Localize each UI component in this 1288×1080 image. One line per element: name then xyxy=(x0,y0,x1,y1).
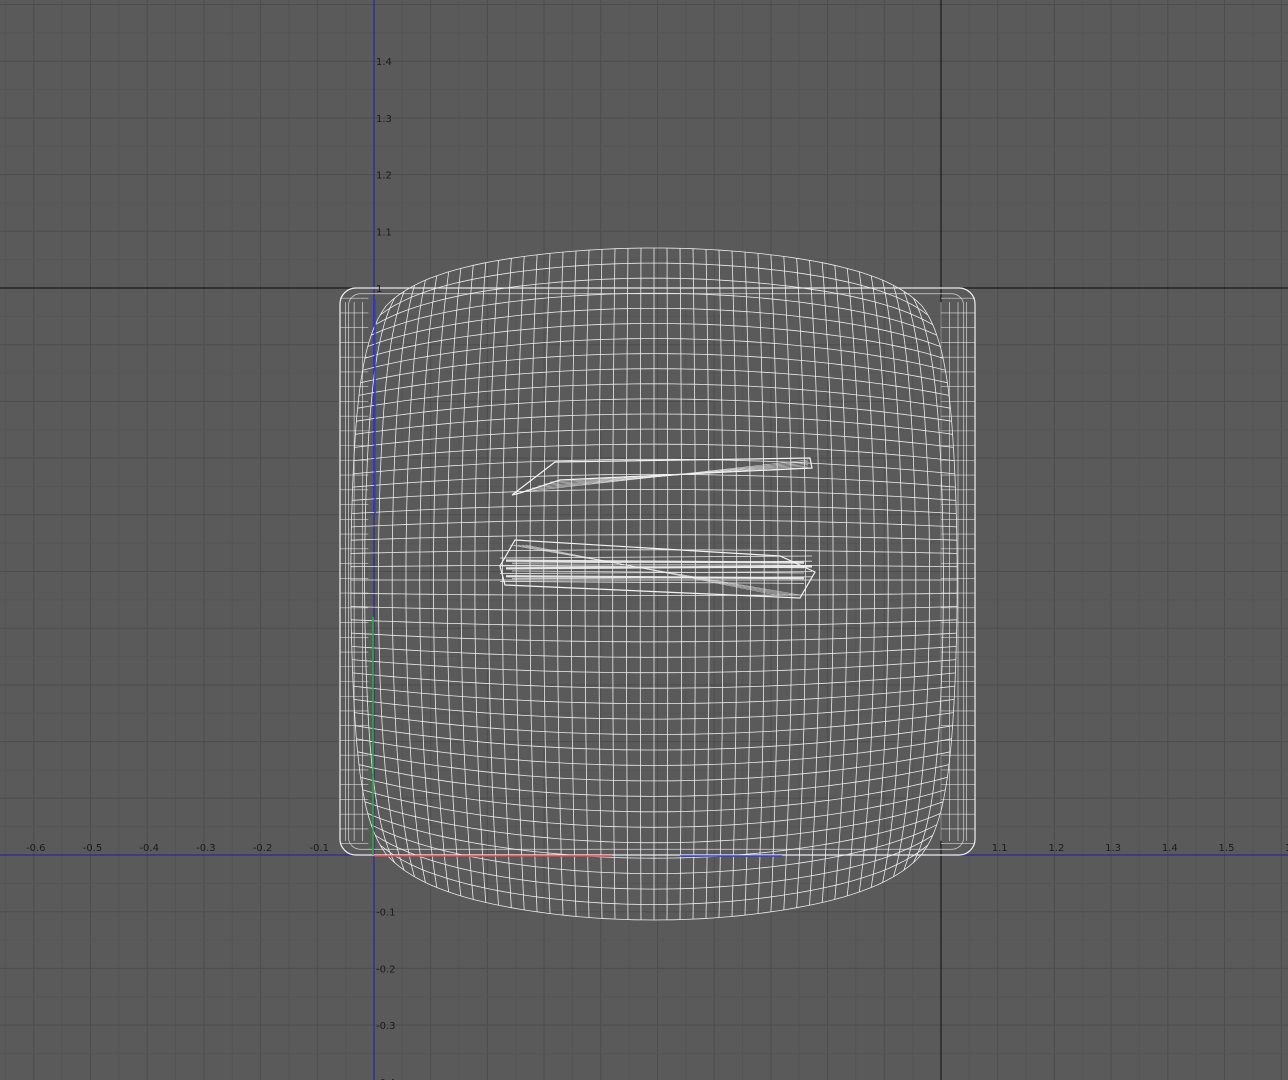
uv-canvas[interactable]: -0.6 -0.5 -0.4 -0.3 -0.2 -0.1 1.1 1.2 1.3 1.4 1.5 1… xyxy=(0,0,1288,1080)
v-tick-label: 1.4 xyxy=(376,57,392,68)
mesh-edge-vertical xyxy=(626,248,629,920)
mesh-edge-vertical xyxy=(744,252,751,916)
u-tick-label: 1.1 xyxy=(992,843,1008,854)
mesh-edge-vertical xyxy=(543,253,551,914)
mesh-edge-vertical xyxy=(488,260,499,906)
mesh-edge-vertical xyxy=(502,258,512,908)
uv-editor-viewport[interactable]: -0.6 -0.5 -0.4 -0.3 -0.2 -0.1 1.1 1.2 1.3 1.4 1.5 1… xyxy=(0,0,1288,1080)
unit-bounds xyxy=(0,0,1288,1080)
mesh-edge-vertical xyxy=(846,268,862,896)
u-tick-label: 1.4 xyxy=(1162,843,1178,854)
mesh-edge-vertical xyxy=(557,252,564,916)
mesh-edge-vertical xyxy=(515,256,525,910)
mesh-edge-vertical xyxy=(705,249,710,919)
grid xyxy=(0,0,1288,1080)
mesh-edge-vertical xyxy=(584,250,590,918)
u-tick-label: 1.5 xyxy=(1219,843,1235,854)
mesh-edge-vertical xyxy=(612,248,616,920)
mesh-edge-vertical xyxy=(692,248,696,920)
v-tick-label: 1 xyxy=(376,284,382,295)
mesh-edge-vertical xyxy=(529,254,538,912)
v-tick-label: -0.1 xyxy=(376,908,396,919)
mesh-edge-vertical xyxy=(858,271,875,892)
u-tick-label: -0.2 xyxy=(253,843,273,854)
mesh-edge-vertical xyxy=(433,271,450,892)
mesh-edge-vertical xyxy=(639,248,642,920)
u-tick-label: 1.3 xyxy=(1105,843,1121,854)
mesh-edge-vertical xyxy=(666,248,669,920)
v-tick-label: 1.2 xyxy=(376,171,392,182)
u-tick-label: -0.6 xyxy=(26,843,46,854)
lower-shell-edges xyxy=(499,544,813,596)
v-tick-label: 1.3 xyxy=(376,114,392,125)
origin-axes xyxy=(0,0,1288,1080)
v-tick-label: 1.1 xyxy=(376,227,392,238)
lower-shell-edge xyxy=(505,565,813,570)
v-tick-label: -0.3 xyxy=(376,1021,396,1032)
u-tick-label: -0.1 xyxy=(310,843,330,854)
lower-shell-edge xyxy=(499,581,805,584)
mesh-edge-vertical xyxy=(679,248,682,920)
v-tick-label: -0.2 xyxy=(376,964,396,975)
mesh-edge-vertical xyxy=(870,275,889,888)
main-mesh-grid[interactable] xyxy=(350,247,958,921)
u-tick-label: -0.5 xyxy=(83,843,103,854)
lower-shell-edge xyxy=(499,555,813,559)
u-tick-label: -0.4 xyxy=(139,843,159,854)
mesh-edge-vertical xyxy=(809,260,820,906)
mesh-edge-vertical xyxy=(419,275,438,888)
mesh-edge-vertical xyxy=(474,262,487,903)
u-tick-label: 1.2 xyxy=(1048,843,1064,854)
mesh-edge-vertical xyxy=(834,265,848,900)
u-tick-label: -0.3 xyxy=(196,843,216,854)
mesh-edge-vertical xyxy=(460,265,474,900)
